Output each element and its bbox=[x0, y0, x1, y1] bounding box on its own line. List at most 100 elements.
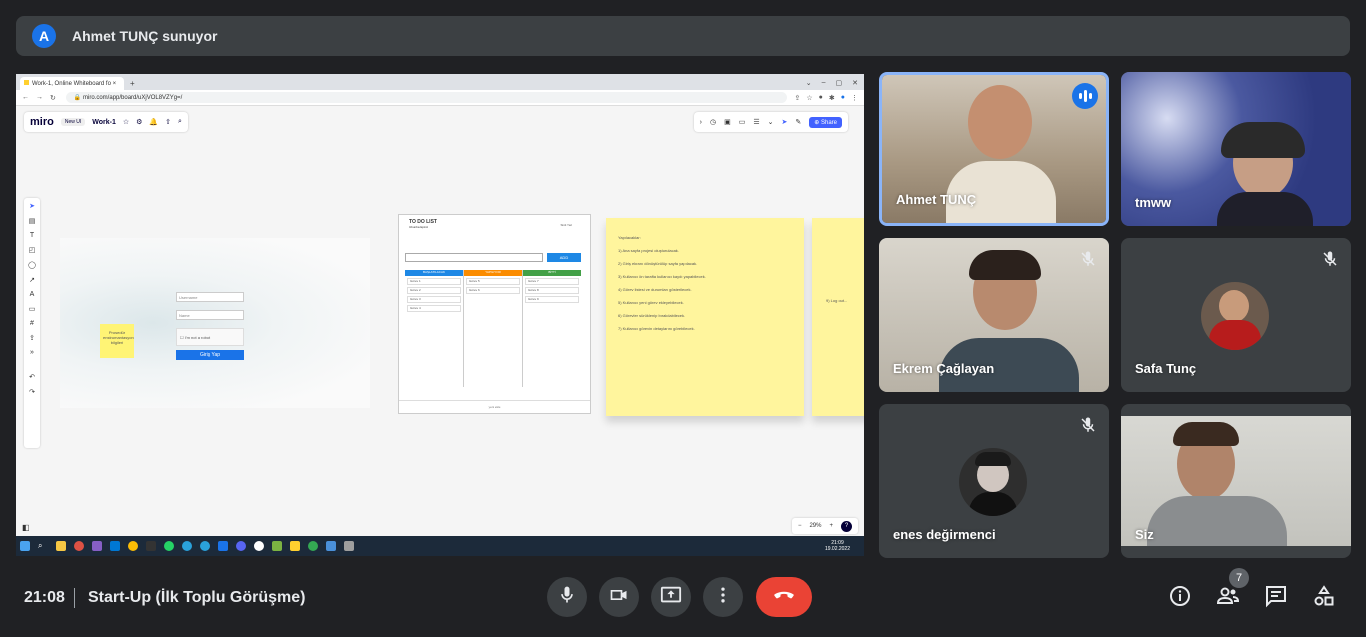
puzzle-icon[interactable]: ✱ bbox=[829, 94, 835, 102]
whatsapp-icon[interactable] bbox=[164, 541, 174, 551]
username-field: Username bbox=[176, 292, 244, 302]
pen-icon[interactable]: ✎ bbox=[795, 118, 801, 126]
chat-button[interactable] bbox=[1263, 585, 1289, 611]
new-ui-badge[interactable]: New UI bbox=[60, 118, 86, 126]
chrome-icon[interactable] bbox=[74, 541, 84, 551]
shared-screen: Work-1, Online Whiteboard fo × + ⌄ – ▢ ✕… bbox=[16, 74, 864, 556]
comment-icon[interactable]: ▭ bbox=[739, 118, 746, 126]
zoom-in-icon[interactable]: + bbox=[829, 523, 833, 529]
comment-tool-icon[interactable]: ▭ bbox=[29, 305, 36, 313]
discord-icon[interactable] bbox=[236, 541, 246, 551]
todo-item: Görev 5 bbox=[466, 278, 520, 285]
shape-tool-icon[interactable]: ◯ bbox=[28, 261, 36, 269]
browser-tab[interactable]: Work-1, Online Whiteboard fo × bbox=[20, 77, 124, 90]
chrome-icon[interactable] bbox=[308, 541, 318, 551]
meeting-title: Start-Up (İlk Toplu Görüşme) bbox=[88, 589, 306, 606]
redo-icon[interactable]: ↷ bbox=[29, 388, 35, 396]
search-icon[interactable]: ⌕ bbox=[38, 541, 48, 551]
activities-button[interactable] bbox=[1311, 584, 1337, 611]
notes-icon[interactable]: ☰ bbox=[753, 118, 759, 126]
minimize-icon[interactable]: – bbox=[822, 79, 826, 87]
select-tool-icon[interactable]: ➤ bbox=[29, 202, 35, 210]
forward-icon[interactable]: → bbox=[36, 94, 43, 102]
chevron-down-icon[interactable]: ⌄ bbox=[768, 118, 774, 126]
sticky-note-small[interactable]: Prosedür enstrumantasyon bilgileri bbox=[100, 324, 134, 358]
zoom-controls: − 29% + ? bbox=[791, 518, 858, 534]
maps-icon[interactable] bbox=[218, 541, 228, 551]
participant-tile[interactable]: enes değirmenci bbox=[879, 404, 1109, 558]
star-icon[interactable]: ☆ bbox=[123, 118, 129, 126]
mic-off-icon bbox=[1079, 416, 1097, 434]
pen-tool-icon[interactable]: A bbox=[30, 291, 35, 298]
cursor-icon[interactable]: ➤ bbox=[782, 118, 788, 126]
participant-tile[interactable]: tmww bbox=[1121, 72, 1351, 226]
vscode-icon[interactable] bbox=[110, 541, 120, 551]
search-icon[interactable]: ⌕ bbox=[178, 118, 182, 126]
extension-icon[interactable]: ● bbox=[819, 94, 823, 102]
sticky-tool-icon[interactable]: ◰ bbox=[29, 246, 36, 254]
chrome-icon[interactable] bbox=[128, 541, 138, 551]
taskbar-clock[interactable]: 21:09 19.02.2022 bbox=[825, 540, 864, 552]
end-call-button[interactable] bbox=[756, 577, 812, 617]
back-icon[interactable]: ← bbox=[22, 94, 29, 102]
terminal-icon[interactable] bbox=[146, 541, 156, 551]
board-name[interactable]: Work-1 bbox=[92, 119, 116, 126]
visual-studio-icon[interactable] bbox=[92, 541, 102, 551]
miro-tools-sidebar: ➤ ▤ T ◰ ◯ ↗ A ▭ # ⇪ » ↶ ↷ bbox=[24, 198, 40, 448]
notes-icon[interactable] bbox=[344, 541, 354, 551]
more-options-button[interactable] bbox=[703, 577, 743, 617]
url-field[interactable]: 🔒 miro.com/app/board/uXjVOL8VZYg=/ bbox=[65, 92, 787, 103]
app-icon[interactable] bbox=[254, 541, 264, 551]
miro-board[interactable]: miro New UI Work-1 ☆ ⚙ 🔔 ⇧ ⌕ › ◷ ▣ ▭ ☰ ⌄… bbox=[16, 106, 864, 536]
sticky-note-large[interactable]: Yapılacaklar: 1) Ana sayfa projesi oluşt… bbox=[606, 218, 804, 416]
zoom-out-icon[interactable]: − bbox=[798, 523, 802, 529]
help-icon[interactable]: ? bbox=[841, 520, 852, 532]
upload-icon[interactable]: ⇧ bbox=[165, 118, 171, 126]
share-icon[interactable]: ⇪ bbox=[795, 94, 801, 102]
new-tab-button[interactable]: + bbox=[130, 79, 135, 88]
todo-input bbox=[405, 253, 543, 262]
telegram-icon[interactable] bbox=[182, 541, 192, 551]
line-tool-icon[interactable]: ↗ bbox=[29, 276, 35, 284]
undo-icon[interactable]: ↶ bbox=[29, 373, 35, 381]
meeting-info-button[interactable] bbox=[1167, 585, 1193, 611]
upload-tool-icon[interactable]: ⇪ bbox=[29, 334, 35, 342]
participant-tile[interactable]: Siz bbox=[1121, 404, 1351, 558]
template-tool-icon[interactable]: ▤ bbox=[29, 217, 36, 225]
bell-icon[interactable]: 🔔 bbox=[149, 118, 158, 126]
file-explorer-icon[interactable] bbox=[56, 541, 66, 551]
participant-tile[interactable]: Safa Tunç bbox=[1121, 238, 1351, 392]
star-icon[interactable]: ☆ bbox=[806, 94, 812, 102]
camera-button[interactable] bbox=[599, 577, 639, 617]
chevron-down-icon[interactable]: ⌄ bbox=[806, 79, 812, 87]
mail-icon[interactable] bbox=[326, 541, 336, 551]
participant-tile[interactable]: Ekrem Çağlayan bbox=[879, 238, 1109, 392]
todo-item: Görev 3 bbox=[407, 296, 461, 303]
frames-icon[interactable]: ▣ bbox=[724, 118, 731, 126]
text-tool-icon[interactable]: T bbox=[30, 232, 34, 239]
todo-frame[interactable]: TO DO LIST Ubunba Epirol Sinit Yaz ADD B… bbox=[398, 214, 591, 414]
menu-icon[interactable]: ⋮ bbox=[851, 94, 858, 102]
miro-icon[interactable] bbox=[290, 541, 300, 551]
telegram-icon[interactable] bbox=[200, 541, 210, 551]
frame-tool-icon[interactable]: # bbox=[30, 320, 34, 327]
browser-tab-strip: Work-1, Online Whiteboard fo × + ⌄ – ▢ ✕ bbox=[16, 74, 864, 90]
microphone-button[interactable] bbox=[547, 577, 587, 617]
panel-toggle-icon[interactable]: ◧ bbox=[22, 523, 30, 532]
close-icon[interactable]: ✕ bbox=[852, 79, 858, 87]
windows-start-icon[interactable] bbox=[20, 541, 30, 551]
sticky-note-partial[interactable]: 9) Log out... bbox=[812, 218, 864, 416]
profile-icon[interactable]: ● bbox=[841, 94, 845, 102]
login-frame[interactable]: Prosedür enstrumantasyon bilgileri Usern… bbox=[60, 238, 370, 408]
settings-icon[interactable]: ⚙ bbox=[136, 118, 142, 126]
more-tools-icon[interactable]: » bbox=[30, 349, 34, 356]
participant-tile[interactable]: Ahmet TUNÇ bbox=[879, 72, 1109, 226]
maximize-icon[interactable]: ▢ bbox=[836, 79, 843, 87]
expand-icon[interactable]: › bbox=[700, 119, 702, 126]
present-screen-button[interactable] bbox=[651, 577, 691, 617]
app-icon[interactable] bbox=[272, 541, 282, 551]
timer-icon[interactable]: ◷ bbox=[710, 118, 716, 126]
people-button[interactable] bbox=[1215, 585, 1241, 611]
reload-icon[interactable]: ↻ bbox=[50, 94, 56, 102]
share-button[interactable]: ⊕ Share bbox=[809, 116, 842, 128]
